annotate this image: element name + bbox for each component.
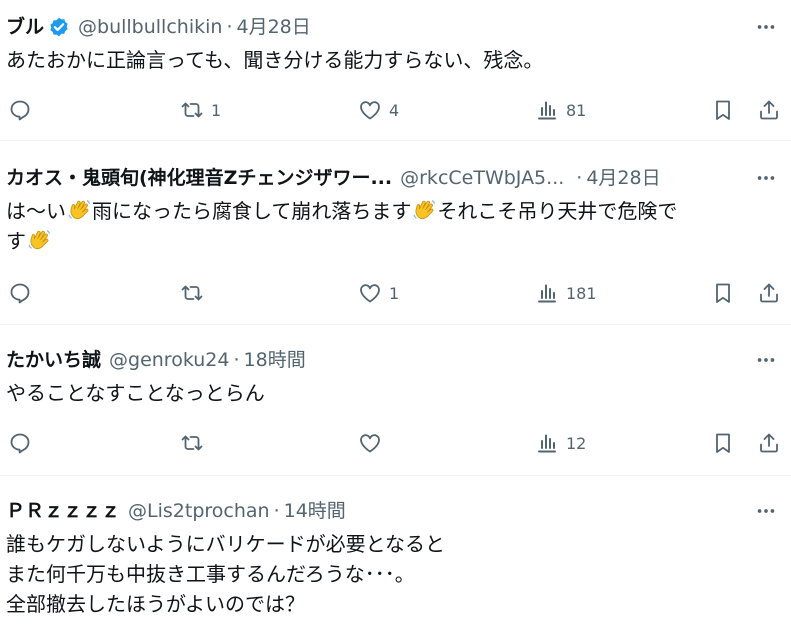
- retweet-icon: [181, 102, 203, 118]
- reply-tweet[interactable]: カオス・鬼頭旬(神化理音Zチェンジザワー... @rkcCeTWbJA5... …: [0, 141, 791, 325]
- reply-bubble-icon: [10, 283, 30, 304]
- timestamp[interactable]: 4月28日: [586, 165, 660, 191]
- waving-hand-emoji: [67, 198, 91, 222]
- like-count: 1: [389, 283, 400, 303]
- retweet-button[interactable]: [180, 428, 211, 458]
- views-button[interactable]: 181: [535, 278, 597, 308]
- action-bar: 1 181: [0, 278, 791, 308]
- timestamp[interactable]: 4月28日: [236, 14, 310, 40]
- share-icon: [760, 100, 778, 120]
- bookmark-icon: [716, 100, 730, 120]
- like-count: 4: [389, 100, 400, 120]
- user-handle[interactable]: @rkcCeTWbJA5...: [400, 165, 564, 191]
- retweet-count: 1: [211, 100, 222, 120]
- tweet-text-line: は～い 雨になったら腐食して崩れ落ちます それこそ吊り天井で危険で: [6, 196, 777, 226]
- view-count: 181: [566, 283, 597, 303]
- action-bar: 12: [0, 428, 791, 458]
- reply-tweet[interactable]: たかいち誠 @genroku24 · 18時間 やることなすことなっとらん 12: [0, 325, 791, 476]
- reply-button[interactable]: [8, 278, 32, 308]
- bookmark-button[interactable]: [711, 95, 735, 125]
- share-button[interactable]: [757, 95, 781, 125]
- tweet-header: ＰＲｚｚｚｚ @Lis2tprochan · 14時間: [6, 498, 346, 524]
- tweet-header: ブル @bullbullchikin · 4月28日: [6, 14, 311, 40]
- reply-button[interactable]: [8, 95, 32, 125]
- retweet-icon: [181, 285, 203, 301]
- tweet-header: カオス・鬼頭旬(神化理音Zチェンジザワー... @rkcCeTWbJA5... …: [6, 165, 661, 191]
- separator-dot: ·: [273, 500, 280, 522]
- views-bar-chart-icon: [538, 284, 556, 303]
- share-button[interactable]: [757, 428, 781, 458]
- separator-dot: ·: [576, 167, 583, 189]
- waving-hand-emoji: [412, 198, 436, 222]
- separator-dot: ·: [226, 16, 233, 38]
- action-bar: 1 4 81: [0, 95, 791, 125]
- tweet-text: あたおかに正論言っても、聞き分ける能力すらない、残念。: [6, 45, 777, 75]
- reply-bubble-icon: [10, 433, 30, 454]
- display-name[interactable]: ＰＲｚｚｚｚ: [6, 498, 120, 524]
- retweet-button[interactable]: [180, 278, 211, 308]
- reply-button[interactable]: [8, 428, 32, 458]
- user-handle[interactable]: @genroku24: [109, 347, 229, 373]
- waving-hand-emoji: [27, 228, 51, 252]
- separator-dot: ·: [233, 349, 240, 371]
- tweet-text-line: 誰もケガしないようにバリケードが必要となると: [6, 532, 445, 556]
- reply-bubble-icon: [10, 100, 30, 121]
- more-dots-icon[interactable]: [753, 498, 779, 524]
- reply-tweet[interactable]: ＰＲｚｚｚｚ @Lis2tprochan · 14時間 誰もケガしないようにバリ…: [0, 476, 791, 635]
- tweet-text-line: 全部撤去したほうがよいのでは？: [6, 592, 305, 616]
- tweet-text-line: やることなすことなっとらん: [6, 381, 265, 405]
- views-bar-chart-icon: [538, 101, 556, 120]
- retweet-icon: [181, 435, 203, 451]
- share-icon: [760, 433, 778, 453]
- views-button[interactable]: 12: [535, 428, 586, 458]
- display-name[interactable]: ブル: [6, 14, 44, 40]
- like-button[interactable]: [358, 428, 389, 458]
- bookmark-icon: [716, 433, 730, 453]
- tweet-text: は～い 雨になったら腐食して崩れ落ちます それこそ吊り天井で危険で す: [6, 196, 777, 256]
- more-dots-icon[interactable]: [753, 165, 779, 191]
- tweet-text: やることなすことなっとらん: [6, 378, 777, 408]
- bookmark-icon: [716, 283, 730, 303]
- heart-icon: [360, 284, 380, 303]
- bookmark-button[interactable]: [711, 428, 735, 458]
- heart-icon: [360, 434, 380, 453]
- tweet-text-segment: それこそ吊り天井で危険で: [437, 199, 678, 223]
- view-count: 81: [566, 100, 587, 120]
- share-button[interactable]: [757, 278, 781, 308]
- views-bar-chart-icon: [538, 434, 556, 453]
- tweet-text-segment: す: [6, 229, 26, 253]
- tweet-text-line: あたおかに正論言っても、聞き分ける能力すらない、残念。: [6, 48, 544, 72]
- more-dots-icon[interactable]: [753, 14, 779, 40]
- retweet-button[interactable]: 1: [180, 95, 221, 125]
- timestamp[interactable]: 18時間: [244, 347, 306, 373]
- view-count: 12: [566, 433, 587, 453]
- tweet-text-line: また何千万も中抜き工事するんだろうな･･･。: [6, 562, 415, 586]
- tweet-text-segment: は～い: [6, 199, 66, 223]
- tweet-text-line: す: [6, 226, 777, 256]
- bookmark-button[interactable]: [711, 278, 735, 308]
- like-button[interactable]: 4: [358, 95, 399, 125]
- user-handle[interactable]: @bullbullchikin: [78, 14, 222, 40]
- share-icon: [760, 283, 778, 303]
- tweet-text-segment: 雨になったら腐食して崩れ落ちます: [92, 199, 412, 223]
- timestamp[interactable]: 14時間: [284, 498, 346, 524]
- display-name[interactable]: たかいち誠: [6, 347, 101, 373]
- display-name[interactable]: カオス・鬼頭旬(神化理音Zチェンジザワー...: [6, 165, 392, 191]
- like-button[interactable]: 1: [358, 278, 399, 308]
- tweet-text: 誰もケガしないようにバリケードが必要となると また何千万も中抜き工事するんだろう…: [6, 529, 777, 619]
- heart-icon: [360, 101, 380, 120]
- views-button[interactable]: 81: [535, 95, 586, 125]
- verified-badge-icon: [48, 16, 70, 38]
- tweet-header: たかいち誠 @genroku24 · 18時間: [6, 347, 306, 373]
- more-dots-icon[interactable]: [753, 347, 779, 373]
- user-handle[interactable]: @Lis2tprochan: [128, 498, 270, 524]
- reply-tweet[interactable]: ブル @bullbullchikin · 4月28日 あたおかに正論言っても、聞…: [0, 0, 791, 141]
